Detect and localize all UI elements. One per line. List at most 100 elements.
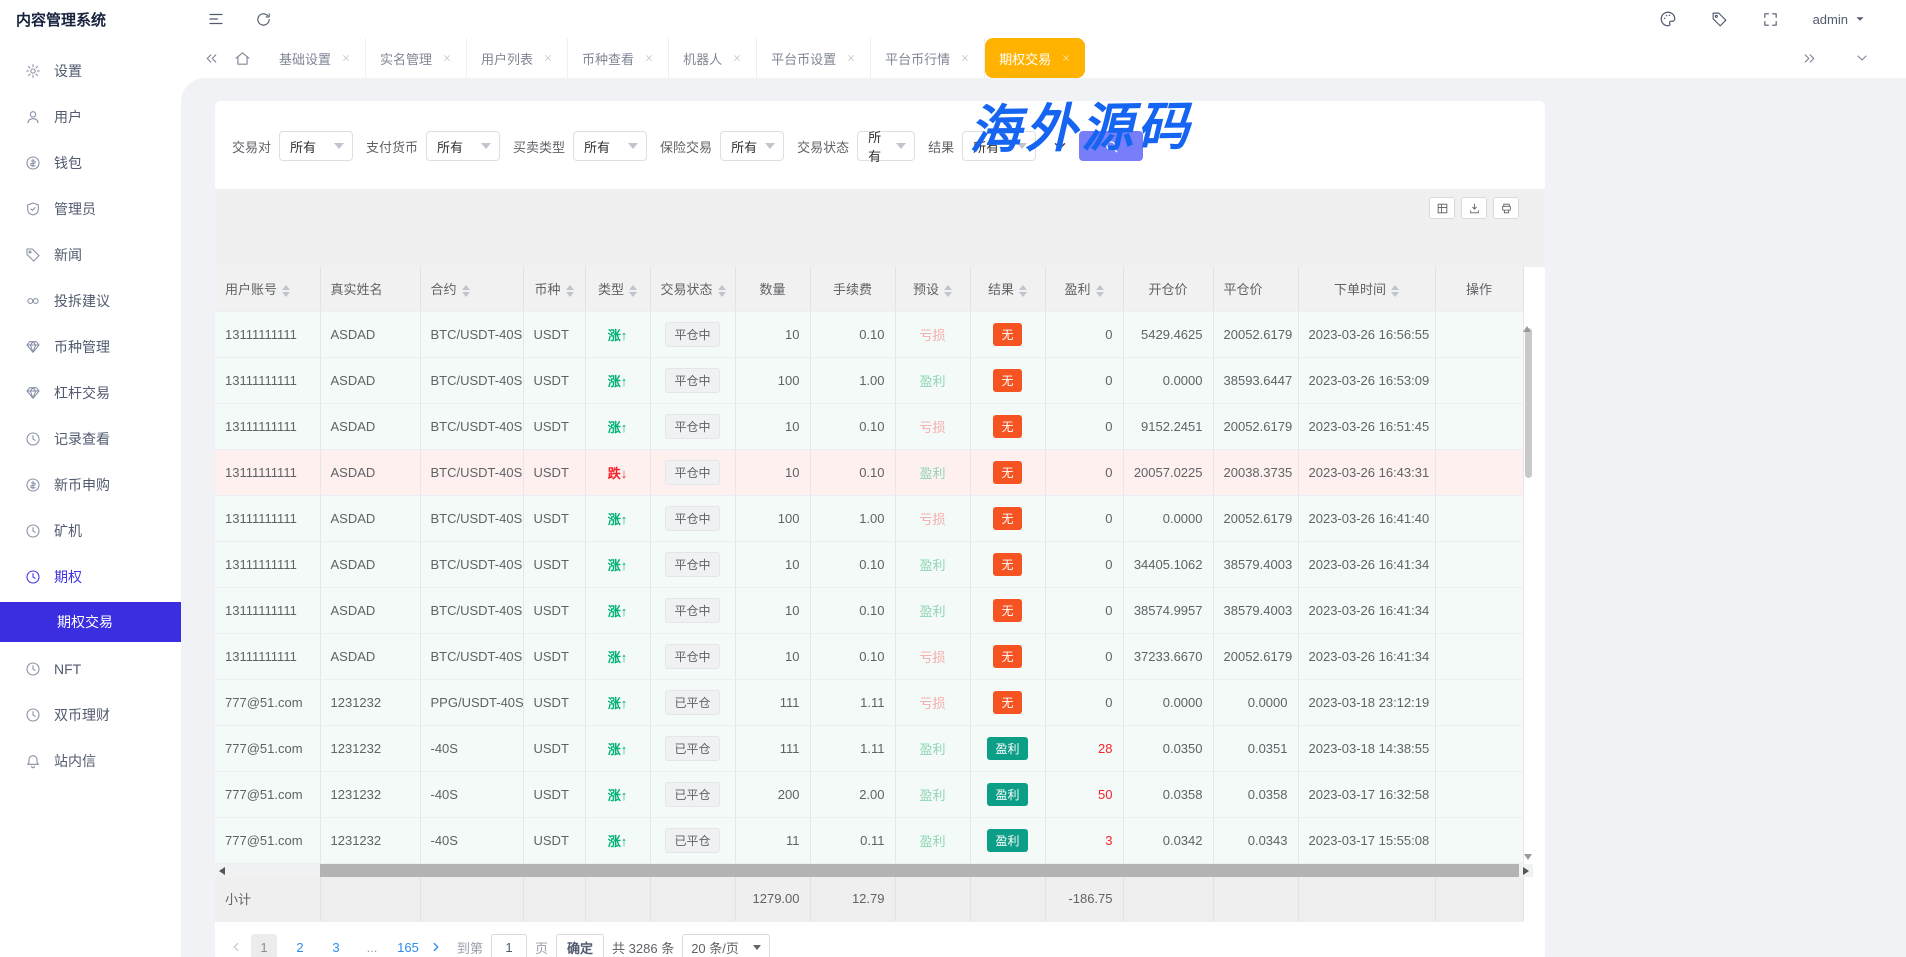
tab-close-icon[interactable]	[543, 53, 553, 63]
column-header[interactable]: 类型	[585, 267, 650, 311]
column-header[interactable]: 操作	[1435, 267, 1523, 311]
page-number[interactable]: 2	[287, 934, 313, 957]
sidebar-item-option-trade[interactable]: 期权交易	[0, 602, 181, 642]
sidebar-item[interactable]: 站内信	[0, 738, 181, 784]
column-header[interactable]: 交易状态	[650, 267, 735, 311]
filter-select[interactable]: 所有	[426, 131, 500, 161]
sidebar-item[interactable]: 用户	[0, 94, 181, 140]
sidebar-item[interactable]: 币种管理	[0, 324, 181, 370]
tabs-scroll-right-icon[interactable]	[1801, 50, 1818, 67]
tab-close-icon[interactable]	[846, 53, 856, 63]
home-icon[interactable]	[234, 50, 251, 67]
filter-group: 支付货币 所有	[366, 131, 500, 161]
sidebar-item[interactable]: 杠杆交易	[0, 370, 181, 416]
column-header[interactable]: 下单时间	[1298, 267, 1435, 311]
fullscreen-icon[interactable]	[1762, 11, 1779, 28]
tab-close-icon[interactable]	[732, 53, 742, 63]
tab[interactable]: 实名管理	[366, 38, 467, 78]
sidebar-item[interactable]: 管理员	[0, 186, 181, 232]
columns-grid-icon[interactable]	[1429, 197, 1455, 219]
page-number[interactable]: 165	[395, 934, 421, 957]
column-header[interactable]: 开仓价	[1123, 267, 1213, 311]
tabs-scroll-left-icon[interactable]	[203, 50, 220, 67]
sort-icon[interactable]	[566, 285, 574, 297]
scroll-right-icon[interactable]	[1523, 867, 1529, 875]
tab-close-icon[interactable]	[442, 53, 452, 63]
column-header[interactable]: 数量	[735, 267, 810, 311]
column-header[interactable]: 合约	[420, 267, 523, 311]
sort-icon[interactable]	[282, 285, 290, 297]
scroll-left-icon[interactable]	[219, 867, 225, 875]
next-page-icon[interactable]	[429, 940, 443, 954]
filter-select[interactable]: 所有	[720, 131, 784, 161]
sidebar-item[interactable]: 期权	[0, 554, 181, 600]
page-number[interactable]: 1	[251, 934, 277, 957]
page-size-select[interactable]: 20 条/页	[682, 934, 770, 957]
tab[interactable]: 用户列表	[467, 38, 568, 78]
column-header[interactable]: 用户账号	[215, 267, 320, 311]
sidebar-item[interactable]: NFT	[0, 646, 181, 692]
refresh-icon[interactable]	[255, 11, 272, 28]
sidebar-item[interactable]: 记录查看	[0, 416, 181, 462]
sidebar-item[interactable]: 新闻	[0, 232, 181, 278]
confirm-button[interactable]: 确定	[556, 934, 604, 957]
sidebar-item[interactable]: 矿机	[0, 508, 181, 554]
filter-select[interactable]: 所有	[857, 131, 915, 161]
cell-account: 13111111111	[215, 587, 320, 633]
sort-icon[interactable]	[718, 285, 726, 297]
column-header[interactable]: 盈利	[1045, 267, 1123, 311]
sort-icon[interactable]	[944, 285, 952, 297]
chevron-down-icon	[628, 143, 638, 149]
horizontal-scroll-thumb[interactable]	[320, 864, 1519, 877]
goto-page-input[interactable]	[491, 934, 527, 957]
theme-palette-icon[interactable]	[1659, 10, 1677, 28]
sort-icon[interactable]	[462, 285, 470, 297]
tab-close-icon[interactable]	[1061, 53, 1071, 63]
table-horizontal-scrollbar[interactable]	[215, 864, 1533, 877]
column-header[interactable]: 手续费	[810, 267, 895, 311]
page-number[interactable]: ...	[359, 934, 385, 957]
sidebar-item[interactable]: 双币理财	[0, 692, 181, 738]
filter-select[interactable]: 所有	[573, 131, 647, 161]
tab[interactable]: 平台币行情	[871, 38, 985, 78]
tab[interactable]: 机器人	[669, 38, 757, 78]
cell-fee: 2.00	[810, 771, 895, 817]
tab[interactable]: 基础设置	[265, 38, 366, 78]
prev-page-icon[interactable]	[229, 940, 243, 954]
column-header[interactable]: 平仓价	[1213, 267, 1298, 311]
vertical-scroll-thumb[interactable]	[1525, 328, 1532, 478]
scroll-up-icon[interactable]	[1523, 311, 1531, 332]
tabs-dropdown-icon[interactable]	[1854, 50, 1870, 66]
tab[interactable]: 币种查看	[568, 38, 669, 78]
tab-close-icon[interactable]	[341, 53, 351, 63]
table-vertical-scrollbar[interactable]	[1523, 311, 1533, 864]
sort-icon[interactable]	[629, 285, 637, 297]
search-button[interactable]	[1079, 131, 1143, 161]
sort-icon[interactable]	[1019, 285, 1027, 297]
tab[interactable]: 期权交易	[985, 38, 1085, 78]
sidebar-collapse-icon[interactable]	[207, 10, 225, 28]
column-header[interactable]: 预设	[895, 267, 970, 311]
filter-select[interactable]: 所有	[279, 131, 353, 161]
sidebar-item[interactable]: 投拆建议	[0, 278, 181, 324]
filter-collapse-icon[interactable]	[1051, 137, 1069, 155]
user-menu[interactable]: admin	[1813, 12, 1866, 27]
sort-icon[interactable]	[1096, 285, 1104, 297]
sidebar-item[interactable]: 钱包	[0, 140, 181, 186]
column-header[interactable]: 币种	[523, 267, 585, 311]
tab-close-icon[interactable]	[960, 53, 970, 63]
tab-close-icon[interactable]	[644, 53, 654, 63]
filter-select[interactable]: 所有	[962, 131, 1036, 161]
column-header[interactable]: 真实姓名	[320, 267, 420, 311]
scroll-down-icon[interactable]	[1524, 854, 1532, 860]
export-download-icon[interactable]	[1461, 197, 1487, 219]
sidebar-item[interactable]: 设置	[0, 48, 181, 94]
tag-icon[interactable]	[1711, 11, 1728, 28]
tab[interactable]: 平台币设置	[757, 38, 871, 78]
column-header[interactable]: 结果	[970, 267, 1045, 311]
sidebar-item[interactable]: 新币申购	[0, 462, 181, 508]
sort-icon[interactable]	[1391, 285, 1399, 297]
chevron-down-icon	[1017, 143, 1027, 149]
print-icon[interactable]	[1493, 197, 1519, 219]
page-number[interactable]: 3	[323, 934, 349, 957]
